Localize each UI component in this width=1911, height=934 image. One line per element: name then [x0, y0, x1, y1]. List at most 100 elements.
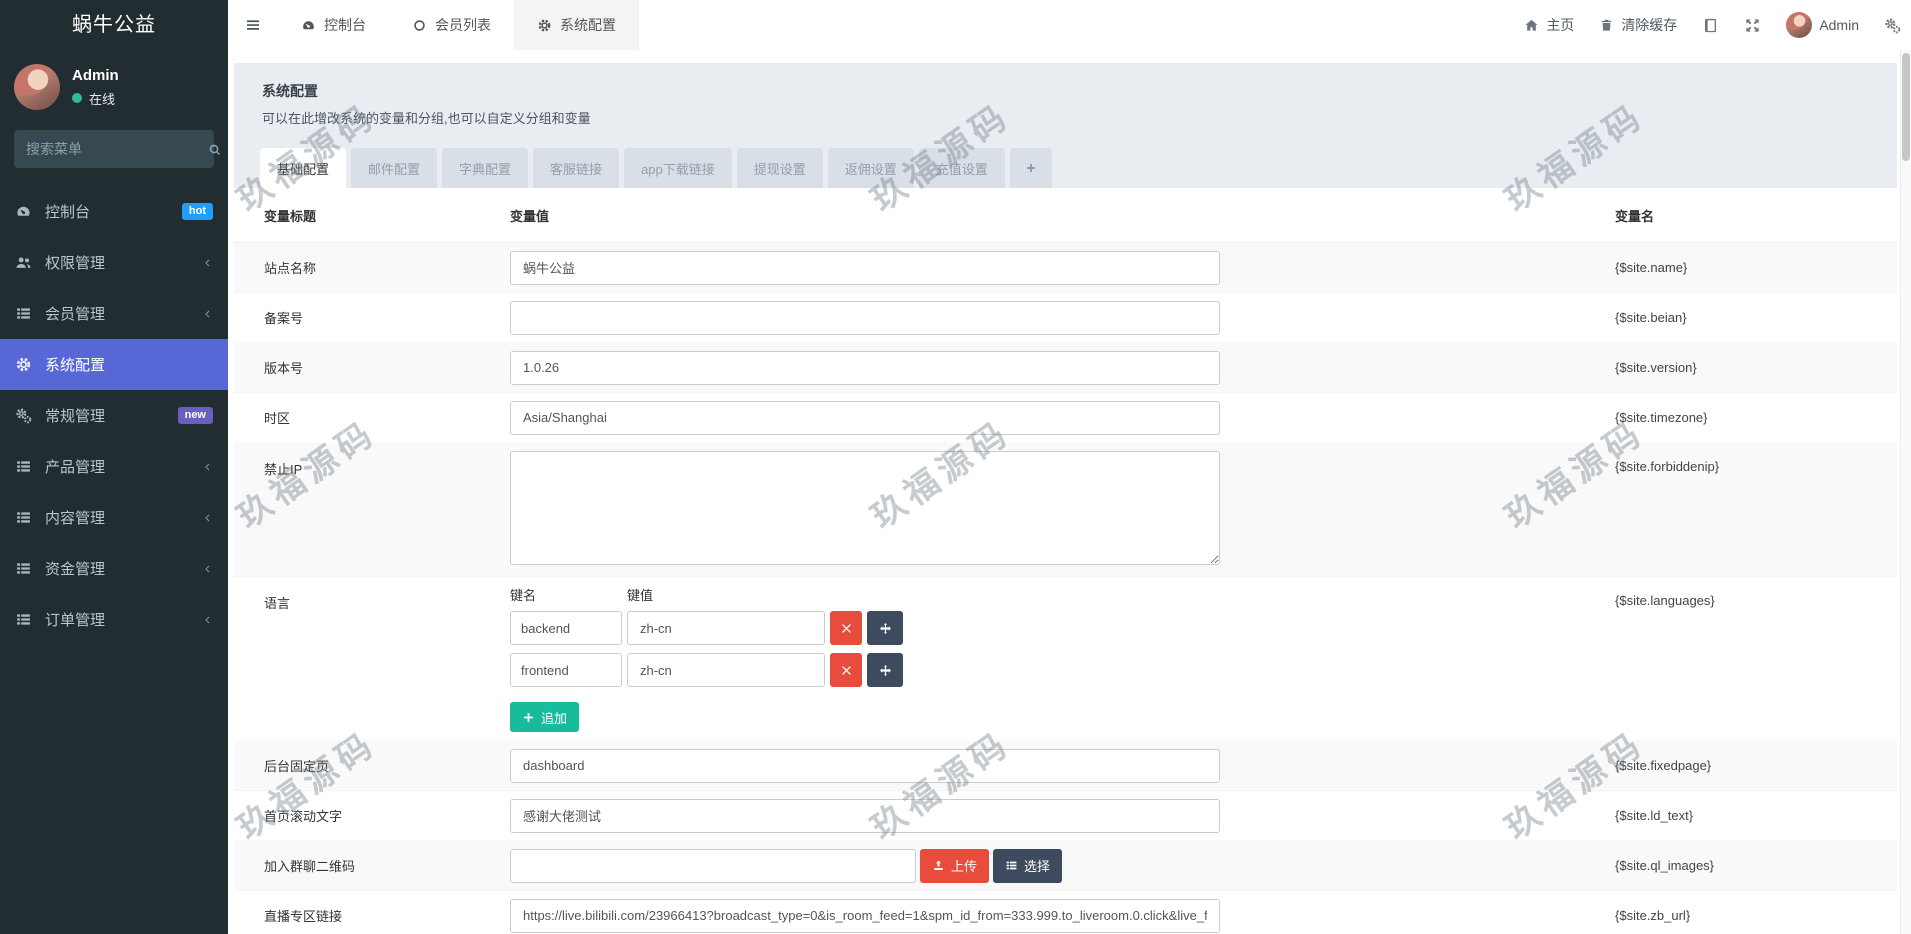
row-varname: {$site.ql_images}	[1615, 858, 1715, 873]
topbar-tab-系统配置[interactable]: 系统配置	[514, 0, 639, 50]
chevron-left-icon	[201, 512, 213, 524]
sidebar-item-产品管理[interactable]: 产品管理	[0, 441, 228, 492]
topbar-username: Admin	[1819, 17, 1859, 33]
sidebar-toggle-button[interactable]	[228, 0, 278, 50]
append-pair-button[interactable]: 追加	[510, 702, 580, 732]
sidebar-item-label: 产品管理	[45, 459, 106, 476]
sidebar-item-系统配置[interactable]: 系统配置	[0, 339, 228, 390]
table-body: 站点名称 {$site.name} 备案号 {$site.beian} 版本号 {$sit…	[234, 243, 1897, 934]
circleo-icon	[412, 18, 427, 33]
scrollbar-thumb[interactable]	[1902, 53, 1910, 161]
delete-cross-icon	[840, 622, 853, 635]
thlist-icon	[15, 458, 32, 475]
tachometer-icon	[301, 18, 316, 33]
upload-button[interactable]: 上传	[920, 848, 990, 883]
config-tab-邮件配置[interactable]: 邮件配置	[351, 148, 438, 188]
row-value-cell	[510, 350, 1615, 385]
language-value-input[interactable]	[627, 653, 825, 687]
sidebar-item-内容管理[interactable]: 内容管理	[0, 492, 228, 543]
value-input-站点名称[interactable]	[510, 250, 1220, 285]
sidebar-item-label: 会员管理	[45, 306, 106, 323]
value-textarea-禁止IP[interactable]	[510, 451, 1220, 565]
sidebar-item-控制台[interactable]: 控制台 hot	[0, 186, 228, 237]
users-icon	[15, 254, 32, 271]
topbar-tab-label: 控制台	[324, 17, 366, 33]
choose-button[interactable]: 选择	[993, 848, 1063, 883]
admin-app: 蜗牛公益 Admin 在线 控制台hot权限管理会员管理系统配置常规管理new产…	[0, 0, 1911, 934]
sidebar-item-资金管理[interactable]: 资金管理	[0, 543, 228, 594]
delete-pair-button[interactable]	[830, 611, 862, 645]
thlist-icon	[15, 560, 32, 577]
topbar-tab-label: 系统配置	[560, 17, 616, 33]
value-input-后台固定页[interactable]	[510, 748, 1220, 783]
value-input-时区[interactable]	[510, 400, 1220, 435]
table-row: 版本号 {$site.version}	[234, 343, 1897, 393]
move-pair-button[interactable]	[867, 611, 903, 645]
add-group-tab[interactable]	[1009, 148, 1052, 188]
clear-cache-button[interactable]: 清除缓存	[1599, 15, 1677, 35]
config-tab-字典配置[interactable]: 字典配置	[442, 148, 529, 188]
value-input-首页滚动文字[interactable]	[510, 798, 1220, 833]
config-tab-app下载链接[interactable]: app下载链接	[624, 148, 732, 188]
sidebar-item-label: 系统配置	[45, 357, 106, 374]
image-path-input[interactable]	[510, 848, 916, 883]
language-key-input[interactable]	[510, 611, 622, 645]
topbar-tab-会员列表[interactable]: 会员列表	[389, 0, 514, 50]
value-input-直播专区链接[interactable]	[510, 898, 1220, 933]
gears-icon	[1884, 17, 1901, 34]
sidebar-item-常规管理[interactable]: 常规管理 new	[0, 390, 228, 441]
settings-button[interactable]	[1884, 17, 1901, 34]
config-tab-提现设置[interactable]: 提现设置	[736, 148, 823, 188]
move-pair-button[interactable]	[867, 653, 903, 687]
table-row: 时区 {$site.timezone}	[234, 393, 1897, 443]
docs-button[interactable]	[1702, 17, 1719, 34]
search-input[interactable]	[26, 141, 207, 157]
language-value-header: 键值	[627, 588, 654, 603]
user-status: 在线	[72, 89, 119, 108]
scrollbar[interactable]	[1900, 50, 1911, 934]
row-label: 站点名称	[264, 261, 317, 276]
value-input-备案号[interactable]	[510, 300, 1220, 335]
user-menu[interactable]: Admin	[1786, 12, 1859, 38]
sidebar-item-label: 资金管理	[45, 561, 106, 578]
main-area: 控制台 会员列表 系统配置 主页 清除缓存 Admin 系统配置 可以在此增改系…	[228, 0, 1911, 934]
language-key-input[interactable]	[510, 653, 622, 687]
move-arrows-icon	[879, 622, 892, 635]
page-subtitle: 可以在此增改系统的变量和分组,也可以自定义分组和变量	[262, 111, 591, 126]
sidebar-item-会员管理[interactable]: 会员管理	[0, 288, 228, 339]
sidebar-item-label: 权限管理	[45, 255, 106, 272]
sidebar-search[interactable]	[14, 130, 214, 168]
sidebar-item-label: 控制台	[45, 204, 91, 221]
config-panel: 系统配置 可以在此增改系统的变量和分组,也可以自定义分组和变量 基础配置 邮件配置…	[234, 63, 1897, 934]
fullscreen-button[interactable]	[1744, 17, 1761, 34]
config-tab-基础配置[interactable]: 基础配置	[260, 148, 347, 188]
app-logo: 蜗牛公益	[0, 0, 228, 50]
row-value-cell	[510, 798, 1615, 833]
thlist-icon	[15, 509, 32, 526]
sidebar-item-订单管理[interactable]: 订单管理	[0, 594, 228, 645]
sidebar-item-label: 内容管理	[45, 510, 106, 527]
topbar-tab-控制台[interactable]: 控制台	[278, 0, 389, 50]
config-tab-返佣设置[interactable]: 返佣设置	[827, 148, 914, 188]
chevron-left-icon	[201, 614, 213, 626]
chevron-left-icon	[201, 308, 213, 320]
row-label: 加入群聊二维码	[264, 859, 356, 874]
language-value-input[interactable]	[627, 611, 825, 645]
gear-icon	[537, 18, 552, 33]
language-key-header: 键名	[510, 588, 537, 603]
value-input-版本号[interactable]	[510, 350, 1220, 385]
sidebar-item-权限管理[interactable]: 权限管理	[0, 237, 228, 288]
gear-icon	[15, 356, 32, 373]
home-link[interactable]: 主页	[1524, 15, 1574, 35]
config-tab-客服链接[interactable]: 客服链接	[533, 148, 620, 188]
chevron-left-icon	[201, 257, 213, 269]
config-tab-充值设置[interactable]: 充值设置	[918, 148, 1005, 188]
image-input-group: 上传 选择	[510, 848, 1615, 883]
column-header-value: 变量值	[510, 208, 550, 224]
move-arrows-icon	[879, 664, 892, 677]
topbar-right: 主页 清除缓存 Admin	[1524, 0, 1911, 50]
online-dot	[72, 93, 82, 103]
delete-pair-button[interactable]	[830, 653, 862, 687]
sidebar-menu: 控制台 hot 权限管理会员管理系统配置常规管理 new 产品管理内容管理资金管理订单管…	[0, 186, 228, 645]
row-varname: {$site.fixedpage}	[1615, 758, 1712, 773]
